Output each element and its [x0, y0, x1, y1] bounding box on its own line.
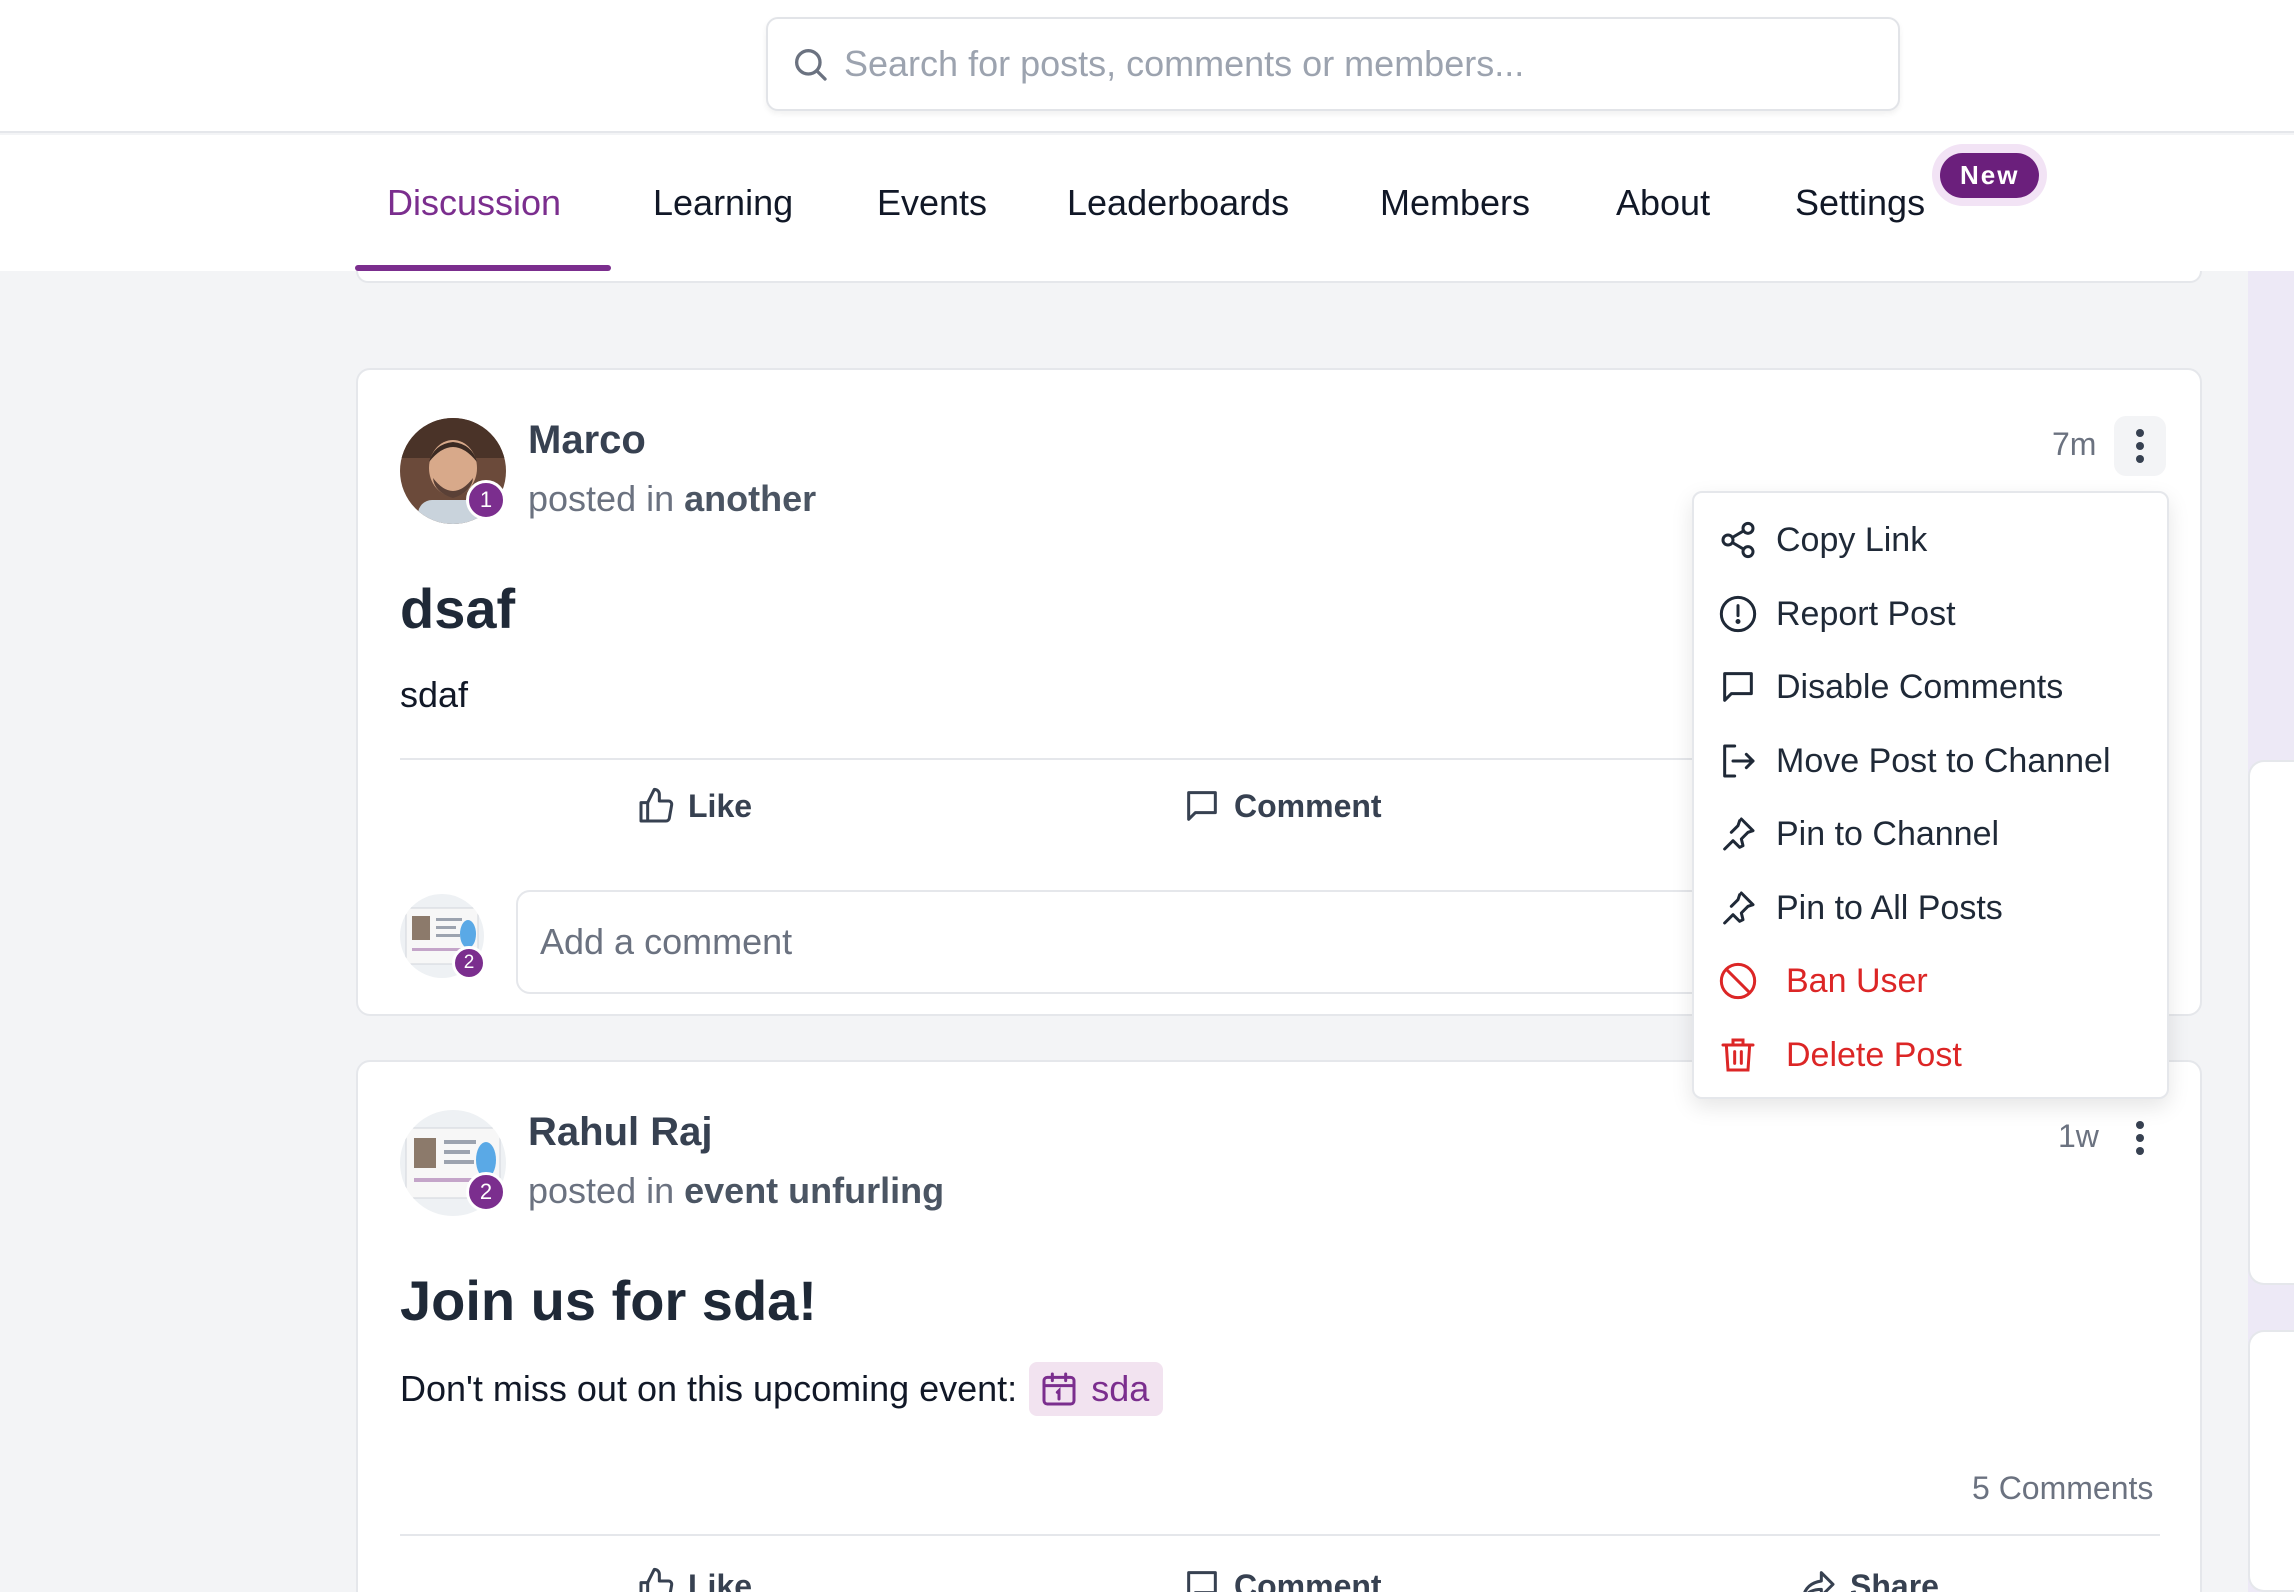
share-nodes-icon	[1721, 521, 1755, 559]
menu-item-label: Disable Comments	[1776, 667, 2064, 706]
menu-item-label: Delete Post	[1786, 1035, 1962, 1074]
posted-in-label: posted in	[528, 478, 675, 519]
post-body-text: Don't miss out on this upcoming event:	[400, 1368, 1018, 1409]
ban-icon	[1719, 962, 1757, 1000]
menu-item-ban-user[interactable]: Ban User	[1694, 947, 2169, 1015]
new-badge-label: New	[1940, 152, 2040, 198]
post-channel-line: posted in event unfurling	[528, 1170, 944, 1212]
tab-members[interactable]: Members	[1380, 135, 1530, 271]
right-panel-card	[2248, 760, 2294, 1285]
post-options-button[interactable]	[2114, 1108, 2166, 1168]
share-icon	[1803, 1571, 1835, 1592]
post-time: 7m	[2052, 426, 2097, 462]
like-label: Like	[688, 787, 753, 824]
right-panel-card	[2248, 1330, 2294, 1592]
pin-icon	[1723, 817, 1755, 851]
tab-learning[interactable]: Learning	[653, 135, 793, 271]
tab-leaderboards[interactable]: Leaderboards	[1067, 135, 1289, 271]
channel-link[interactable]: event unfurling	[684, 1170, 944, 1211]
level-badge: 1	[466, 480, 506, 520]
divider	[400, 1534, 2160, 1536]
post-author[interactable]: Marco	[528, 418, 646, 463]
avatar[interactable]: 2	[400, 1110, 506, 1216]
channel-link[interactable]: another	[684, 478, 816, 519]
menu-item-label: Pin to All Posts	[1776, 888, 2003, 927]
current-user-avatar: 2	[400, 894, 486, 980]
post-options-menu: Copy Link Report Post Disable Comments M…	[1692, 491, 2169, 1099]
post-title: Join us for sda!	[400, 1269, 817, 1332]
comment-icon	[1187, 1571, 1217, 1592]
menu-item-label: Move Post to Channel	[1776, 741, 2111, 780]
menu-item-move-post[interactable]: Move Post to Channel	[1694, 727, 2169, 795]
calendar-icon	[1042, 1372, 1076, 1406]
post-author[interactable]: Rahul Raj	[528, 1110, 712, 1155]
comment-icon	[1723, 672, 1753, 702]
menu-item-copy-link[interactable]: Copy Link	[1694, 506, 2169, 574]
like-button[interactable]: Like	[636, 1566, 752, 1592]
event-chip[interactable]: sda	[1029, 1362, 1164, 1416]
search-input[interactable]	[844, 43, 1884, 85]
tab-discussion[interactable]: Discussion	[387, 135, 561, 271]
menu-item-disable-comments[interactable]: Disable Comments	[1694, 653, 2169, 721]
comment-button[interactable]: Comment	[1182, 786, 1382, 826]
menu-item-pin-to-channel[interactable]: Pin to Channel	[1694, 800, 2169, 868]
menu-item-pin-to-all-posts[interactable]: Pin to All Posts	[1694, 874, 2169, 942]
search-icon	[795, 49, 827, 81]
post-channel-line: posted in another	[528, 478, 816, 520]
comment-button[interactable]: Comment	[1182, 1566, 1382, 1592]
more-vertical-icon	[2136, 429, 2144, 463]
comment-label: Comment	[1234, 787, 1382, 824]
share-label: Share	[1850, 1567, 1939, 1592]
thumbs-up-icon	[639, 1567, 674, 1592]
post-title: dsaf	[400, 577, 516, 640]
menu-item-delete-post[interactable]: Delete Post	[1694, 1021, 2169, 1089]
tab-settings[interactable]: Settings	[1795, 135, 1925, 271]
comments-count[interactable]: 5 Comments	[1972, 1470, 2153, 1507]
share-button[interactable]: Share	[1798, 1566, 1939, 1592]
menu-item-label: Report Post	[1776, 594, 1956, 633]
menu-item-label: Copy Link	[1776, 520, 1928, 559]
more-vertical-icon	[2136, 1121, 2144, 1155]
level-badge: 2	[452, 946, 486, 980]
tab-about[interactable]: About	[1616, 135, 1710, 271]
top-bar	[0, 0, 2294, 133]
thumbs-up-icon	[639, 787, 674, 823]
like-button[interactable]: Like	[636, 786, 752, 826]
new-badge: New	[1932, 144, 2048, 206]
comment-icon	[1187, 791, 1217, 821]
post-body: sdaf	[400, 674, 469, 715]
post-body: Don't miss out on this upcoming event: s…	[400, 1362, 1164, 1416]
search-box[interactable]	[766, 17, 1900, 111]
event-chip-label: sda	[1091, 1368, 1150, 1409]
trash-icon	[1721, 1038, 1755, 1072]
level-badge: 2	[466, 1172, 506, 1212]
alert-circle-icon	[1719, 595, 1757, 633]
posted-in-label: posted in	[528, 1170, 675, 1211]
previous-card-edge	[356, 271, 2202, 283]
tab-events[interactable]: Events	[877, 135, 987, 271]
menu-item-label: Ban User	[1786, 961, 1928, 1000]
move-icon	[1723, 744, 1755, 778]
pin-icon	[1723, 891, 1755, 925]
menu-item-report-post[interactable]: Report Post	[1694, 580, 2169, 648]
menu-item-label: Pin to Channel	[1776, 814, 2000, 853]
comment-label: Comment	[1234, 1567, 1382, 1592]
post-card: 2 Rahul Raj posted in event unfurling 1w…	[356, 1060, 2202, 1592]
like-label: Like	[688, 1567, 753, 1592]
post-options-button[interactable]	[2114, 416, 2166, 476]
avatar[interactable]: 1	[400, 418, 506, 524]
post-time: 1w	[2058, 1118, 2099, 1154]
